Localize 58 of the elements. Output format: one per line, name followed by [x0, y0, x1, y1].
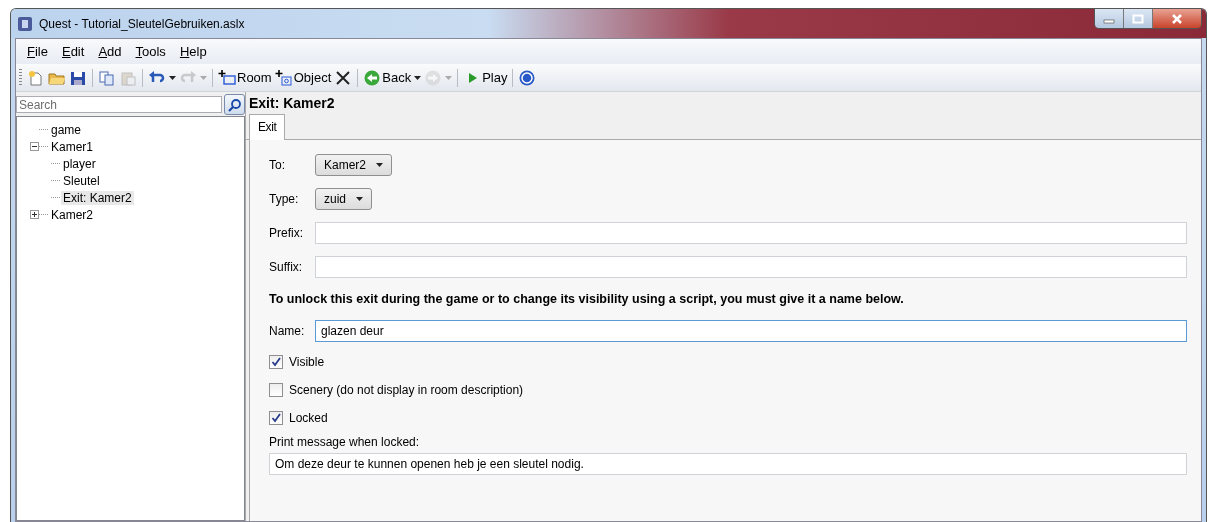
caret-icon [356, 197, 363, 201]
help-icon[interactable] [518, 69, 537, 86]
toolbar-button[interactable]: Play [463, 69, 508, 86]
field-label: Name: [269, 324, 306, 338]
window-title: Quest - Tutorial_SleutelGebruiken.aslx [39, 16, 245, 31]
checkbox[interactable] [269, 355, 283, 369]
tree-item[interactable]: Sleutel [61, 173, 102, 188]
checkbox[interactable] [269, 411, 283, 425]
close-icon [1170, 12, 1184, 25]
add-room-icon [218, 69, 236, 86]
text-field[interactable] [315, 256, 1187, 278]
field-label: Print message when locked: [269, 435, 421, 449]
expand-icon[interactable] [30, 210, 39, 219]
editor-title: Exit: Kamer2 [248, 94, 336, 113]
search-field[interactable]: Search [16, 96, 222, 113]
copy-icon[interactable] [98, 69, 116, 86]
tree-item[interactable]: Kamer2 [49, 207, 96, 222]
tree-item[interactable]: Kamer1 [49, 139, 96, 154]
field-label: Type: [269, 192, 300, 206]
toolbar-button[interactable]: Room [218, 69, 272, 86]
cross-icon[interactable] [334, 69, 353, 86]
menu-item[interactable]: Tools [128, 42, 173, 61]
minimize-button[interactable] [1095, 9, 1124, 28]
search-button[interactable] [224, 94, 245, 115]
instruction-text: To unlock this exit during the game or to change its visibility using a script, you must give it a name below. [269, 291, 905, 308]
field-label: To: [269, 158, 286, 172]
toolbar-grip [19, 68, 22, 87]
checkbox-label: Locked [289, 411, 328, 425]
caret-icon[interactable] [169, 75, 176, 80]
save-icon[interactable] [69, 69, 87, 86]
menu-item[interactable]: Help [172, 42, 214, 61]
tree-item[interactable]: player [61, 156, 98, 171]
menu-item[interactable]: Add [91, 42, 129, 61]
dropdown[interactable]: zuid [315, 188, 372, 210]
app-icon [17, 15, 33, 32]
text-field[interactable] [315, 222, 1187, 244]
message-field[interactable]: Om deze deur te kunnen openen heb je een sleutel nodig. [269, 453, 1187, 475]
collapse-icon[interactable] [30, 142, 39, 151]
menu-item[interactable]: Edit [54, 42, 92, 61]
add-object-icon [274, 69, 293, 86]
tree-item[interactable]: game [49, 122, 84, 137]
toolbar-button[interactable]: Object [274, 69, 332, 86]
close-button[interactable] [1153, 9, 1201, 28]
text-field[interactable]: glazen deur [315, 320, 1187, 342]
field-label: Suffix: [269, 260, 304, 274]
maximize-icon [1132, 13, 1144, 24]
menu-item[interactable]: File [20, 42, 55, 61]
caret-icon [376, 163, 384, 167]
checkbox[interactable] [269, 383, 283, 397]
field-label: Prefix: [269, 226, 304, 240]
maximize-button[interactable] [1124, 9, 1153, 28]
tab[interactable]: Exit [249, 114, 286, 140]
caret-icon[interactable] [414, 75, 422, 80]
dropdown[interactable]: Kamer2 [315, 154, 393, 176]
checkbox-label: Scenery (do not display in room description) [289, 383, 524, 397]
checkbox-label: Visible [289, 355, 325, 369]
toolbar-button[interactable]: Back [363, 69, 412, 86]
tree-item[interactable]: Exit: Kamer2 [61, 190, 134, 205]
